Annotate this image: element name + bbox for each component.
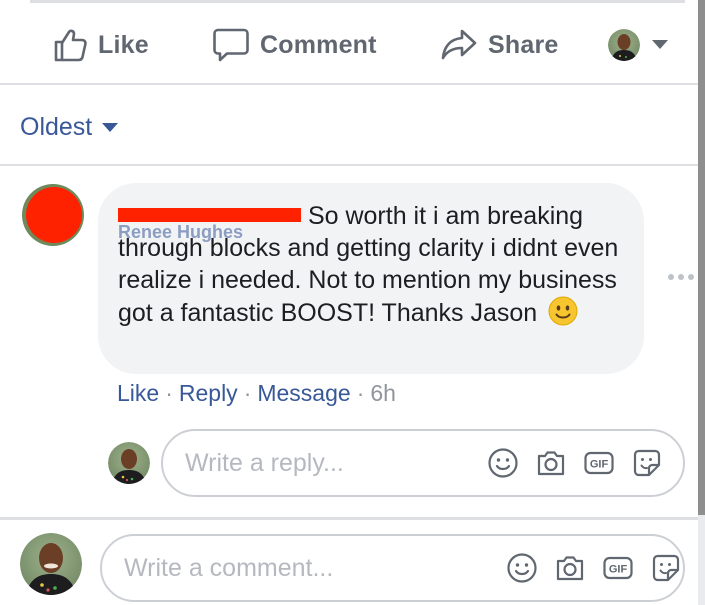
dot — [678, 274, 684, 280]
scrollbar[interactable] — [698, 0, 705, 605]
profile-avatar — [608, 29, 640, 61]
top-divider — [30, 0, 685, 3]
comment-like-link[interactable]: Like — [117, 380, 159, 406]
post-actions-bar: Like Comment Share — [0, 10, 698, 80]
share-label: Share — [488, 30, 559, 59]
svg-text:GIF: GIF — [590, 459, 609, 471]
share-button[interactable]: Share — [440, 10, 558, 80]
slightly-smiling-face-icon — [548, 296, 578, 326]
share-arrow-icon — [441, 29, 477, 60]
comment-author-link[interactable]: Renee Hughes — [118, 204, 301, 242]
separator: · — [243, 380, 252, 406]
emoji-icon[interactable] — [506, 552, 538, 584]
reply-composer: GIF — [161, 429, 685, 497]
emoji-icon[interactable] — [487, 447, 519, 479]
comment-reply-link[interactable]: Reply — [179, 380, 238, 406]
sort-label: Oldest — [20, 113, 93, 141]
comment-timestamp[interactable]: 6h — [370, 380, 396, 406]
gif-icon[interactable]: GIF — [583, 447, 615, 479]
caret-down-icon — [102, 122, 119, 132]
comment-options-button[interactable] — [668, 271, 695, 283]
caret-down-icon — [652, 40, 668, 49]
comment-label: Comment — [260, 30, 377, 59]
commenter-avatar[interactable] — [22, 184, 84, 246]
react-as-profile-selector[interactable] — [608, 10, 668, 80]
like-button[interactable]: Like — [52, 10, 149, 80]
separator: · — [165, 380, 173, 406]
current-user-avatar — [20, 533, 82, 595]
divider — [0, 83, 698, 85]
separator: · — [356, 380, 365, 406]
divider — [0, 164, 698, 166]
svg-text:GIF: GIF — [609, 564, 628, 576]
reply-author-avatar — [108, 442, 150, 484]
comment-meta-row: Like · Reply · Message · 6h — [117, 378, 396, 408]
comment-tools: GIF — [506, 536, 682, 600]
reply-tools: GIF — [487, 431, 663, 495]
thumbs-up-icon — [54, 29, 87, 62]
comment-button[interactable]: Comment — [212, 10, 377, 80]
comment-input[interactable] — [124, 536, 494, 600]
sticker-icon[interactable] — [631, 447, 663, 479]
camera-icon[interactable] — [535, 447, 567, 479]
redaction-mark — [26, 187, 82, 243]
divider — [0, 517, 698, 520]
reply-input[interactable] — [185, 431, 475, 495]
comment-bubble: Renee Hughes So worth it i am breaking t… — [98, 183, 644, 374]
gif-icon[interactable]: GIF — [602, 552, 634, 584]
dot — [688, 274, 694, 280]
comment-message-link[interactable]: Message — [257, 380, 350, 406]
like-label: Like — [98, 30, 149, 59]
sticker-icon[interactable] — [650, 552, 682, 584]
speech-bubble-icon — [213, 28, 249, 62]
comment-sort-dropdown[interactable]: Oldest — [20, 113, 119, 142]
comment-composer: GIF — [100, 534, 685, 602]
redaction-mark — [118, 208, 301, 222]
dot — [668, 274, 674, 280]
camera-icon[interactable] — [554, 552, 586, 584]
